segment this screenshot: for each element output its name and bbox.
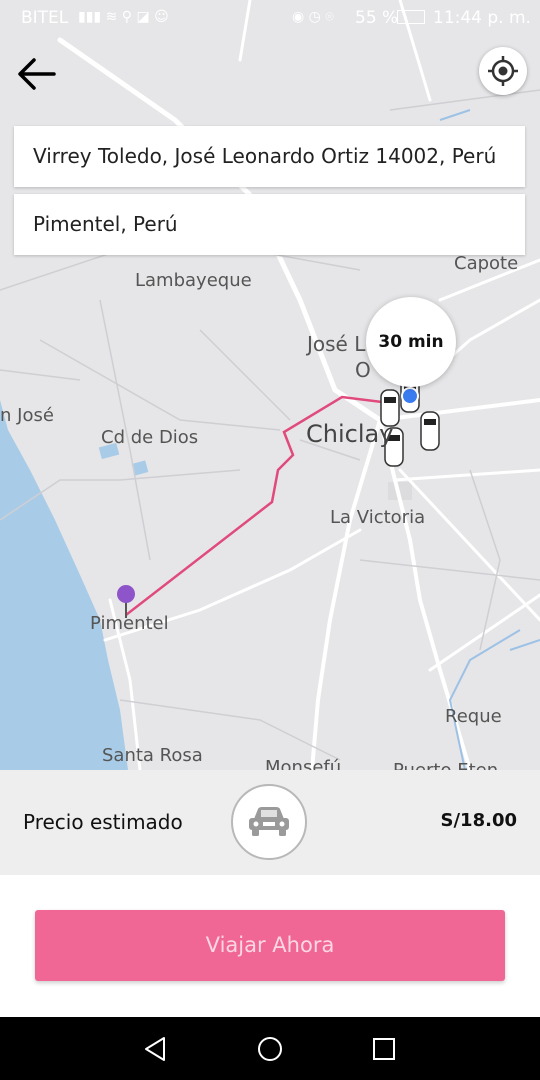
price-value: S/18.00 <box>440 810 517 831</box>
map-label-lambayeque: Lambayeque <box>135 270 252 291</box>
price-bar: Precio estimado S/18.00 <box>0 770 540 875</box>
map-canvas <box>0 0 540 770</box>
current-location-dot <box>401 387 419 405</box>
map-label-monsefu: Monsefú <box>265 757 342 770</box>
map-label-ortiz: O <box>355 358 371 382</box>
carrier-label: BITEL <box>21 8 69 28</box>
map-label-la-victoria: La Victoria <box>330 507 426 528</box>
battery-icon <box>397 10 425 24</box>
viajar-ahora-button[interactable]: Viajar Ahora <box>35 910 505 981</box>
destination-field[interactable]: Pimentel, Perú <box>14 194 525 255</box>
map-label-pimentel: Pimentel <box>90 613 169 634</box>
my-location-button[interactable] <box>479 47 527 95</box>
eta-bubble: 30 min <box>366 297 456 387</box>
map-label-reque: Reque <box>445 706 502 727</box>
vehicle-type-button[interactable] <box>231 784 307 860</box>
crosshair-icon <box>488 56 518 86</box>
status-right-icons: ◉ ◷ ⌾ <box>292 9 334 25</box>
status-icons: ▮▮▮ ≋ ⚲ ◪ ☺ <box>78 9 169 25</box>
arrow-left-icon <box>18 58 56 90</box>
car-icon <box>249 807 289 836</box>
circle-home-icon[interactable] <box>256 1035 284 1063</box>
battery-label: 55 % <box>355 8 399 28</box>
map-label-cd-de-dios: Cd de Dios <box>101 427 199 448</box>
map-label-santa-rosa: Santa Rosa <box>102 745 203 766</box>
triangle-back-icon[interactable] <box>142 1035 168 1063</box>
time-label: 11:44 p. m. <box>433 8 531 28</box>
price-label: Precio estimado <box>23 810 183 834</box>
map-view[interactable]: Capote Lambayeque José L O n José Cd de … <box>0 0 540 770</box>
map-label-jose-leonardo: José L <box>307 332 366 356</box>
back-button[interactable] <box>14 52 60 98</box>
map-label-chiclayo: Chiclay <box>306 420 394 448</box>
car-marker-icon <box>420 411 440 451</box>
map-label-capote: Capote <box>454 253 519 274</box>
map-label-puerto-eten: Puerto Eten <box>393 760 498 770</box>
origin-field[interactable]: Virrey Toledo, José Leonardo Ortiz 14002… <box>14 126 525 187</box>
status-bar: BITEL ▮▮▮ ≋ ⚲ ◪ ☺ ◉ ◷ ⌾ 55 % 11:44 p. m. <box>0 0 540 36</box>
system-nav-bar <box>0 1017 540 1080</box>
map-label-san-jose: n José <box>0 405 54 426</box>
square-recents-icon[interactable] <box>371 1036 397 1062</box>
